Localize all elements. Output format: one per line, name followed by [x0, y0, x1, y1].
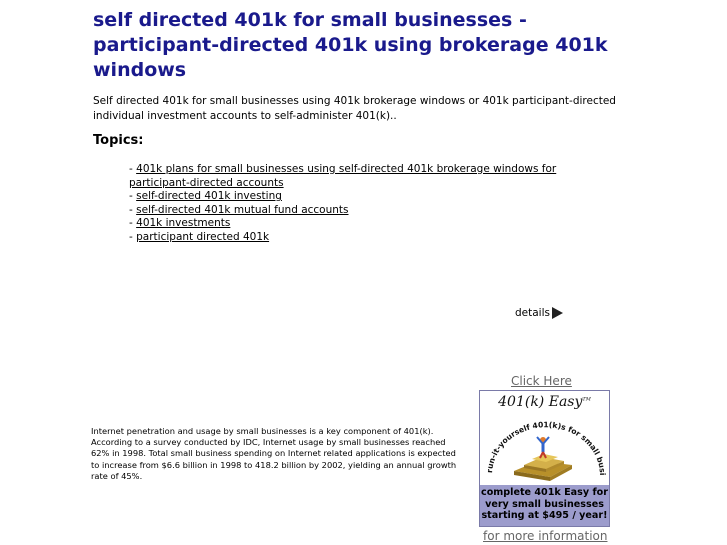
ad-banner-401k-easy[interactable]: 401(k) EasyTM run-it-yourself 401(k)s fo… — [479, 390, 610, 527]
topic-item: - self-directed 401k mutual fund account… — [129, 204, 579, 218]
topics-heading: Topics: — [93, 133, 144, 148]
topic-link-self-directed-401k-investing[interactable]: self-directed 401k investing — [136, 190, 282, 202]
topic-item: - participant directed 401k — [129, 231, 579, 245]
ad-brand-logo: 401(k) EasyTM — [480, 394, 609, 410]
footer-text: Internet penetration and usage by small … — [91, 426, 457, 481]
ad-caption-line-1: complete 401k Easy for — [481, 487, 608, 498]
ad-caption-line-2: very small businesses — [485, 498, 604, 510]
topic-link-401k-plans-small-businesses[interactable]: 401k plans for small businesses using se… — [129, 163, 556, 189]
details-label: details — [515, 307, 550, 319]
gold-bars-icon — [514, 454, 572, 481]
ad-caption: complete 401k Easy for very small busine… — [480, 485, 609, 526]
ad-caption-line-3: starting at $495 / year! — [481, 510, 608, 521]
topic-link-401k-investments[interactable]: 401k investments — [136, 217, 230, 229]
ad-illustration: run-it-yourself 401(k)s for small busine… — [480, 409, 607, 481]
topic-item: - 401k investments — [129, 217, 579, 231]
ad-trademark: TM — [582, 396, 591, 403]
click-here-link[interactable]: Click Here — [511, 374, 572, 388]
ad-brand-text: 401(k) Easy — [498, 394, 583, 410]
topic-link-participant-directed-401k[interactable]: participant directed 401k — [136, 231, 269, 243]
topic-item: - self-directed 401k investing — [129, 190, 579, 204]
page-title: self directed 401k for small businesses … — [93, 9, 608, 81]
details-link[interactable]: details — [515, 307, 563, 319]
intro-paragraph: Self directed 401k for small businesses … — [93, 95, 616, 122]
more-information-link[interactable]: for more information — [483, 529, 607, 543]
topic-link-mutual-fund-accounts[interactable]: self-directed 401k mutual fund accounts — [136, 204, 348, 216]
play-arrow-icon — [551, 307, 563, 319]
topics-list: - 401k plans for small businesses using … — [129, 163, 579, 245]
topic-item: - 401k plans for small businesses using … — [129, 163, 579, 190]
